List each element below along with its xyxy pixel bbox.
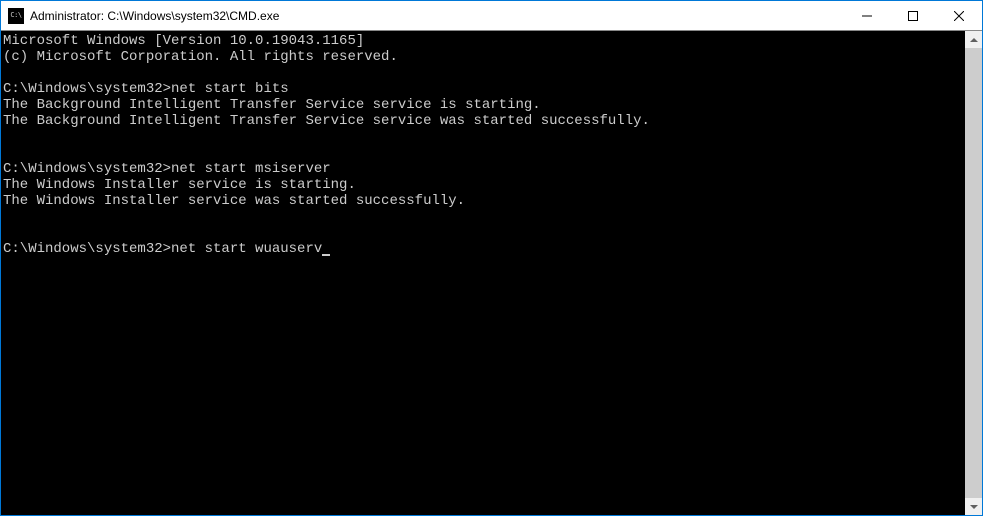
console-line: The Windows Installer service was starte… (3, 193, 965, 209)
console-line (3, 65, 965, 81)
titlebar[interactable]: Administrator: C:\Windows\system32\CMD.e… (1, 1, 982, 31)
scroll-up-arrow[interactable] (965, 31, 982, 48)
maximize-button[interactable] (890, 1, 936, 30)
console-line (3, 145, 965, 161)
console-line (3, 225, 965, 241)
console-line (3, 209, 965, 225)
text-cursor (322, 254, 330, 256)
console-line: C:\Windows\system32>net start bits (3, 81, 965, 97)
cmd-window: Administrator: C:\Windows\system32\CMD.e… (1, 1, 982, 515)
console-line: C:\Windows\system32>net start wuauserv (3, 241, 965, 257)
vertical-scrollbar[interactable] (965, 31, 982, 515)
minimize-button[interactable] (844, 1, 890, 30)
console-line: The Windows Installer service is startin… (3, 177, 965, 193)
console-line: Microsoft Windows [Version 10.0.19043.11… (3, 33, 965, 49)
close-button[interactable] (936, 1, 982, 30)
console-line (3, 129, 965, 145)
console-line: (c) Microsoft Corporation. All rights re… (3, 49, 965, 65)
cmd-icon (8, 8, 24, 24)
scroll-down-arrow[interactable] (965, 498, 982, 515)
console-line: The Background Intelligent Transfer Serv… (3, 97, 965, 113)
console-line: C:\Windows\system32>net start msiserver (3, 161, 965, 177)
console-area: Microsoft Windows [Version 10.0.19043.11… (1, 31, 982, 515)
console-line: The Background Intelligent Transfer Serv… (3, 113, 965, 129)
scroll-thumb[interactable] (965, 48, 982, 498)
console-output[interactable]: Microsoft Windows [Version 10.0.19043.11… (1, 31, 965, 515)
scroll-track[interactable] (965, 48, 982, 498)
window-controls (844, 1, 982, 30)
window-title: Administrator: C:\Windows\system32\CMD.e… (30, 9, 844, 23)
